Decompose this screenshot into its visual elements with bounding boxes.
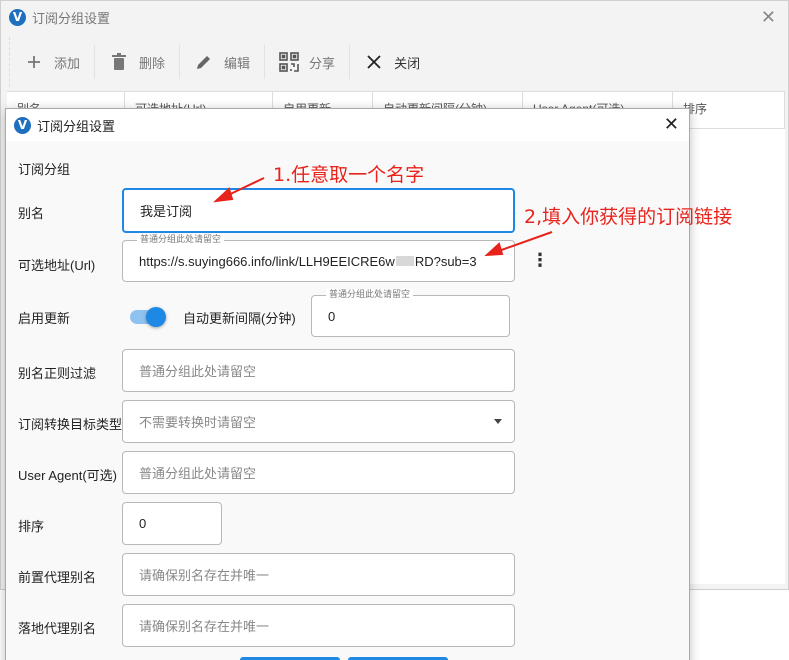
arrow-to-url [492,231,553,254]
annotation-arrows [213,177,553,257]
arrow-head-url [484,242,504,257]
annotation-note-2: 2,填入你获得的订阅链接 [524,206,733,228]
arrow-head-alias [213,187,234,203]
annotation-note-1: 1.任意取一个名字 [273,164,425,186]
